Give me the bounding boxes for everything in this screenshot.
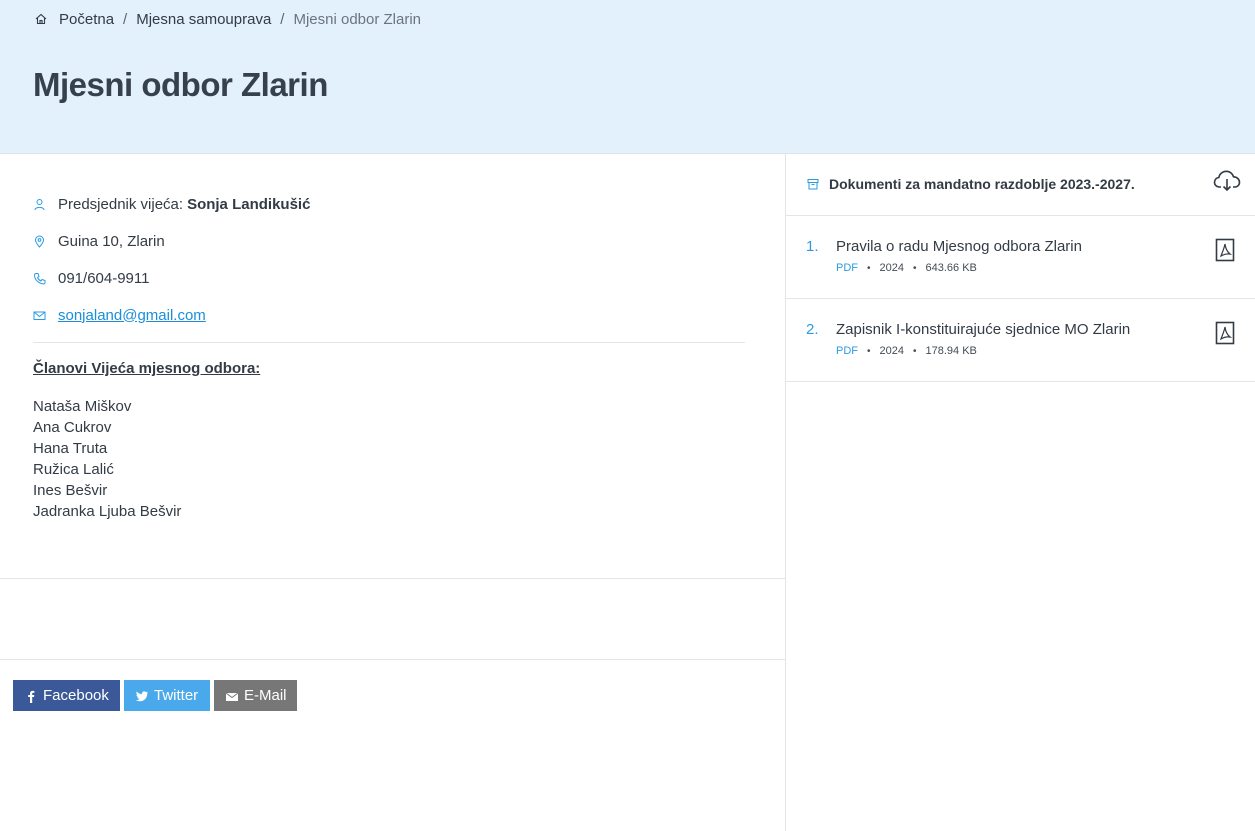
email-row: sonjaland@gmail.com	[33, 305, 206, 325]
document-type: PDF	[836, 262, 858, 274]
document-type: PDF	[836, 345, 858, 357]
divider	[0, 578, 786, 579]
share-buttons: Facebook Twitter E-Mail	[13, 680, 297, 711]
facebook-label: Facebook	[43, 687, 109, 704]
divider	[33, 342, 745, 343]
document-number: 2.	[806, 321, 819, 338]
pdf-icon[interactable]	[1215, 321, 1235, 345]
list-item: Hana Truta	[33, 440, 108, 457]
document-link[interactable]: Zapisnik I-konstituirajuće sjednice MO Z…	[836, 321, 1130, 338]
user-icon	[33, 198, 46, 211]
page-header: Početna / Mjesna samouprava / Mjesni odb…	[0, 0, 1255, 154]
members-list: Nataša Miškov Ana Cukrov Hana Truta Ruži…	[33, 396, 181, 522]
document-meta: PDF • 2024 • 178.94 KB	[836, 345, 977, 357]
email-link[interactable]: sonjaland@gmail.com	[58, 307, 206, 324]
cloud-download-icon[interactable]	[1213, 169, 1241, 193]
breadcrumb-local-government-link[interactable]: Mjesna samouprava	[136, 11, 271, 28]
documents-title: Dokumenti za mandatno razdoblje 2023.-20…	[829, 176, 1135, 192]
document-year: 2024	[879, 262, 904, 274]
list-item: Ines Bešvir	[33, 482, 108, 499]
meta-separator: •	[913, 262, 917, 274]
breadcrumb: Početna / Mjesna samouprava / Mjesni odb…	[34, 10, 421, 28]
address-row: Guina 10, Zlarin	[33, 231, 165, 251]
share-email-button[interactable]: E-Mail	[214, 680, 297, 711]
breadcrumb-current: Mjesni odbor Zlarin	[293, 10, 422, 28]
documents-panel: Dokumenti za mandatno razdoblje 2023.-20…	[786, 154, 1255, 831]
share-twitter-button[interactable]: Twitter	[124, 680, 210, 711]
president-row: Predsjednik vijeća: Sonja Landikušić	[33, 194, 310, 214]
address-text: Guina 10, Zlarin	[58, 232, 165, 250]
breadcrumb-home-link[interactable]: Početna	[59, 11, 114, 28]
location-pin-icon	[33, 235, 46, 248]
president-label: Predsjednik vijeća:	[58, 195, 184, 213]
archive-icon	[807, 178, 819, 190]
pdf-icon[interactable]	[1215, 238, 1235, 262]
list-item: 1. Pravila o radu Mjesnog odbora Zlarin …	[786, 216, 1255, 299]
list-item: Nataša Miškov	[33, 398, 132, 415]
breadcrumb-separator: /	[280, 10, 285, 28]
email-label: E-Mail	[244, 687, 287, 704]
twitter-label: Twitter	[154, 687, 199, 704]
members-title: Članovi Vijeća mjesnog odbora:	[33, 360, 261, 377]
document-year: 2024	[879, 345, 904, 357]
phone-row: 091/604-9911	[33, 268, 149, 288]
documents-header: Dokumenti za mandatno razdoblje 2023.-20…	[786, 154, 1255, 216]
document-size: 643.66 KB	[925, 262, 977, 274]
president-name: Sonja Landikušić	[187, 195, 311, 213]
meta-separator: •	[867, 262, 871, 274]
twitter-icon	[135, 689, 149, 703]
share-facebook-button[interactable]: Facebook	[13, 680, 120, 711]
list-item: Jadranka Ljuba Bešvir	[33, 503, 182, 520]
list-item: Ružica Lalić	[33, 461, 114, 478]
phone-text: 091/604-9911	[58, 269, 150, 287]
breadcrumb-separator: /	[123, 10, 128, 28]
meta-separator: •	[867, 345, 871, 357]
document-link[interactable]: Pravila o radu Mjesnog odbora Zlarin	[836, 238, 1082, 255]
divider	[0, 659, 786, 660]
phone-icon	[33, 272, 46, 285]
home-icon[interactable]	[34, 12, 48, 26]
list-item: Ana Cukrov	[33, 419, 112, 436]
envelope-icon	[225, 689, 239, 703]
document-number: 1.	[806, 238, 819, 255]
page-title: Mjesni odbor Zlarin	[33, 66, 328, 103]
list-item: 2. Zapisnik I-konstituirajuće sjednice M…	[786, 299, 1255, 382]
facebook-icon	[24, 689, 38, 703]
envelope-icon	[33, 309, 46, 322]
document-size: 178.94 KB	[925, 345, 977, 357]
document-meta: PDF • 2024 • 643.66 KB	[836, 262, 977, 274]
meta-separator: •	[913, 345, 917, 357]
